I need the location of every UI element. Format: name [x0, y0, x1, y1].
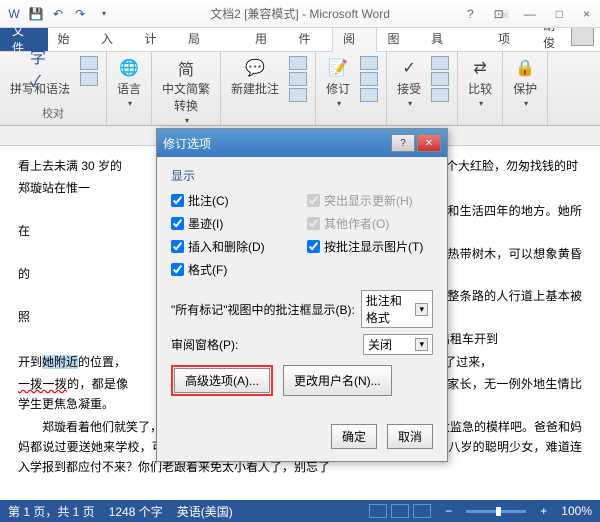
ribbon-tabs: 文件 开始 插入 设计 页面布局 引用 邮件 审阅 视图 开发工具 加载项 胡俊 [0, 28, 600, 52]
delete-comment-icon[interactable] [289, 56, 307, 70]
word-icon: W [6, 6, 22, 22]
ok-button[interactable]: 确定 [331, 424, 377, 449]
group-tracking: 📝 修订▾ [316, 52, 387, 125]
group-language: 🌐 语言▾ [107, 52, 152, 125]
prev-change-icon[interactable] [431, 72, 449, 86]
advanced-highlight: 高级选项(A)... [171, 365, 273, 396]
display-review-icon[interactable] [360, 56, 378, 70]
thesaurus-icon[interactable] [80, 56, 98, 70]
comment-icon: 💬 [245, 58, 265, 78]
track-options-dialog: 修订选项 ? ✕ 显示 批注(C) 突出显示更新(H) 墨迹(I) 其他作者(O… [156, 128, 448, 462]
spelling-error: 一拨一拨 [18, 377, 67, 391]
undo-icon[interactable]: ↶ [50, 6, 66, 22]
row-review-pane: 审阅窗格(P): 关闭▾ [171, 334, 433, 355]
dialog-close-icon[interactable]: ✕ [417, 134, 441, 152]
accept-button[interactable]: ✓ 接受▾ [395, 56, 423, 110]
spell-grammar-button[interactable]: 字✓ 拼写和语法 [8, 56, 72, 99]
group-cnconv: 简 中文简繁 转换▾ [152, 52, 221, 125]
status-wordcount[interactable]: 1248 个字 [109, 503, 163, 520]
chevron-down-icon: ▾ [415, 338, 428, 351]
checkbox-ink[interactable]: 墨迹(I) [171, 215, 297, 232]
zoom-slider[interactable] [466, 510, 526, 513]
compare-icon: ⇄ [470, 58, 490, 78]
track-changes-button[interactable]: 📝 修订▾ [324, 56, 352, 110]
protect-button[interactable]: 🔒 保护▾ [511, 56, 539, 110]
zoom-out-icon[interactable]: − [445, 504, 452, 518]
track-icon: 📝 [328, 58, 348, 78]
combo-review-pane[interactable]: 关闭▾ [363, 334, 433, 355]
checkbox-highlight-updates: 突出显示更新(H) [307, 192, 433, 209]
redo-icon[interactable]: ↷ [72, 6, 88, 22]
status-bar: 第 1 页，共 1 页 1248 个字 英语(美国) − + 100% [0, 500, 600, 522]
chinese-convert-button[interactable]: 简 中文简繁 转换▾ [160, 56, 212, 127]
dialog-titlebar[interactable]: 修订选项 ? ✕ [157, 129, 447, 157]
save-icon[interactable]: 💾 [28, 6, 44, 22]
change-username-button[interactable]: 更改用户名(N)... [283, 365, 392, 396]
view-web-icon[interactable] [413, 504, 431, 518]
advanced-options-button[interactable]: 高级选项(A)... [174, 368, 270, 393]
checkbox-comments[interactable]: 批注(C) [171, 192, 297, 209]
status-page[interactable]: 第 1 页，共 1 页 [8, 503, 95, 520]
checkbox-insdel[interactable]: 插入和删除(D) [171, 238, 297, 255]
maximize-icon[interactable]: □ [550, 5, 569, 23]
ribbon: 字✓ 拼写和语法 校对 🌐 语言▾ 简 中文简繁 转换▾ 💬 新建批注 [0, 52, 600, 126]
close-icon[interactable]: × [577, 5, 596, 23]
window-controls: ? ⊡ — □ × [461, 5, 596, 23]
new-comment-button[interactable]: 💬 新建批注 [229, 56, 281, 102]
reject-icon[interactable] [431, 56, 449, 70]
show-markup-icon[interactable] [360, 72, 378, 86]
reviewing-pane-icon[interactable] [360, 88, 378, 102]
help-icon[interactable]: ? [461, 5, 480, 23]
qat-customize-icon[interactable]: ▾ [96, 6, 112, 22]
compare-button[interactable]: ⇄ 比较▾ [466, 56, 494, 110]
cancel-button[interactable]: 取消 [387, 424, 433, 449]
lock-icon: 🔒 [515, 58, 535, 78]
combo-balloon[interactable]: 批注和格式▾ [361, 290, 433, 328]
checkbox-other-authors: 其他作者(O) [307, 215, 433, 232]
chevron-down-icon: ▾ [415, 303, 428, 316]
view-read-icon[interactable] [369, 504, 387, 518]
checkbox-format[interactable]: 格式(F) [171, 261, 297, 278]
document-title: 文档2 [兼容模式] - Microsoft Word [210, 5, 390, 22]
title-bar: W 💾 ↶ ↷ ▾ 文档2 [兼容模式] - Microsoft Word ☠ … [0, 0, 600, 28]
accept-icon: ✓ [399, 58, 419, 78]
spellcheck-icon: 字✓ [30, 58, 50, 78]
view-switcher [369, 504, 431, 518]
language-button[interactable]: 🌐 语言▾ [115, 56, 143, 110]
next-comment-icon[interactable] [289, 88, 307, 102]
view-print-icon[interactable] [391, 504, 409, 518]
globe-icon: 🌐 [119, 58, 139, 78]
zoom-in-icon[interactable]: + [540, 504, 547, 518]
next-change-icon[interactable] [431, 88, 449, 102]
prev-comment-icon[interactable] [289, 72, 307, 86]
wordcount-icon[interactable] [80, 72, 98, 86]
zoom-level[interactable]: 100% [561, 504, 592, 518]
minimize-icon[interactable]: — [518, 5, 542, 23]
dialog-title: 修订选项 [163, 135, 211, 152]
convert-icon: 简 [176, 58, 196, 78]
group-comments: 💬 新建批注 [221, 52, 316, 125]
ribbon-options-icon[interactable]: ⊡ [488, 5, 510, 23]
quick-access-toolbar: W 💾 ↶ ↷ ▾ [0, 6, 118, 22]
group-changes: ✓ 接受▾ [387, 52, 458, 125]
group-protect: 🔒 保护▾ [503, 52, 548, 125]
dialog-help-icon[interactable]: ? [391, 134, 415, 152]
group-proofing: 字✓ 拼写和语法 校对 [0, 52, 107, 125]
checkbox-pictures[interactable]: 按批注显示图片(T) [307, 238, 433, 255]
row-balloon-display: "所有标记"视图中的批注框显示(B): 批注和格式▾ [171, 290, 433, 328]
status-language[interactable]: 英语(美国) [177, 503, 233, 520]
highlighted-text: 她附近 [42, 355, 78, 369]
section-display: 显示 [171, 167, 433, 184]
group-compare: ⇄ 比较▾ [458, 52, 503, 125]
